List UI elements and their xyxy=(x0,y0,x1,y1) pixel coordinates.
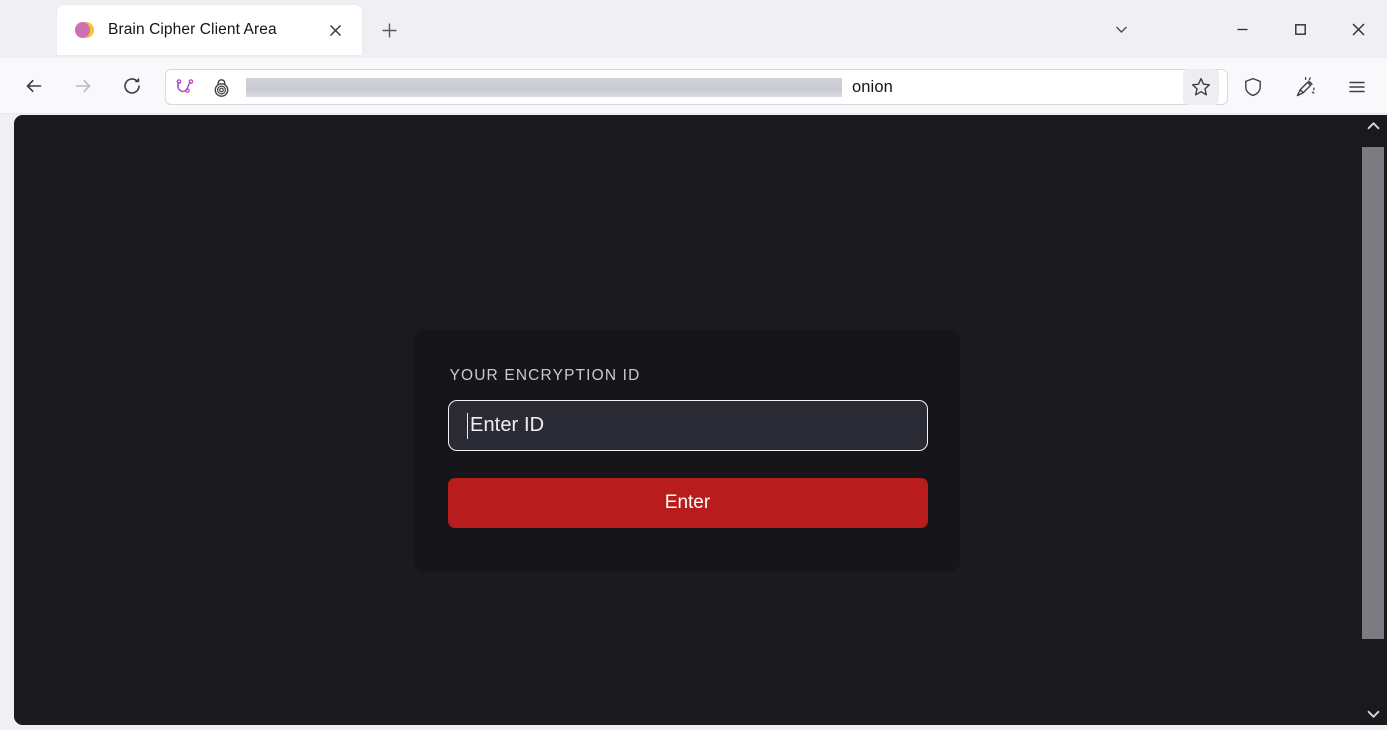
chevron-up-icon[interactable] xyxy=(1359,115,1387,137)
web-content-area: YOUR ENCRYPTION ID Enter ID Enter xyxy=(14,115,1387,725)
encryption-id-input[interactable]: Enter ID xyxy=(448,400,928,451)
onion-lock-icon[interactable] xyxy=(203,70,239,104)
enter-button[interactable]: Enter xyxy=(448,478,928,528)
tab-strip: Brain Cipher Client Area xyxy=(0,0,1387,58)
scrollbar-track[interactable] xyxy=(1359,137,1387,703)
page-scrollbar[interactable] xyxy=(1359,115,1387,725)
shield-icon[interactable] xyxy=(1235,69,1271,105)
maximize-icon[interactable] xyxy=(1271,9,1329,49)
tor-circuit-icon[interactable] xyxy=(167,70,203,104)
encryption-id-card: YOUR ENCRYPTION ID Enter ID Enter xyxy=(414,329,960,572)
broom-icon[interactable] xyxy=(1287,69,1323,105)
back-arrow-icon[interactable] xyxy=(16,68,52,104)
close-window-icon[interactable] xyxy=(1329,9,1387,49)
url-bar[interactable]: onion xyxy=(165,69,1228,105)
tab-title: Brain Cipher Client Area xyxy=(108,21,321,39)
star-icon[interactable] xyxy=(1183,69,1219,105)
browser-window: Brain Cipher Client Area xyxy=(0,0,1387,730)
minimize-icon[interactable] xyxy=(1213,9,1271,49)
scrollbar-thumb[interactable] xyxy=(1362,147,1384,639)
window-controls xyxy=(1099,0,1387,58)
page-body: YOUR ENCRYPTION ID Enter ID Enter xyxy=(14,115,1359,725)
toolbar-right-actions xyxy=(1183,69,1375,105)
encryption-id-label: YOUR ENCRYPTION ID xyxy=(448,367,926,385)
url-redaction-bar xyxy=(246,78,842,97)
chevron-down-icon[interactable] xyxy=(1359,703,1387,725)
hamburger-menu-icon[interactable] xyxy=(1339,69,1375,105)
forward-arrow-icon xyxy=(65,68,101,104)
new-tab-button[interactable] xyxy=(375,16,404,45)
browser-tab[interactable]: Brain Cipher Client Area xyxy=(57,5,362,55)
brain-cipher-favicon xyxy=(75,21,94,40)
url-input[interactable]: onion xyxy=(239,70,1227,104)
close-icon[interactable] xyxy=(321,16,349,44)
list-all-tabs-icon[interactable] xyxy=(1099,9,1143,49)
url-visible-text: onion xyxy=(852,78,893,97)
encryption-id-placeholder: Enter ID xyxy=(470,414,544,437)
text-caret xyxy=(467,413,469,439)
reload-icon[interactable] xyxy=(114,68,150,104)
